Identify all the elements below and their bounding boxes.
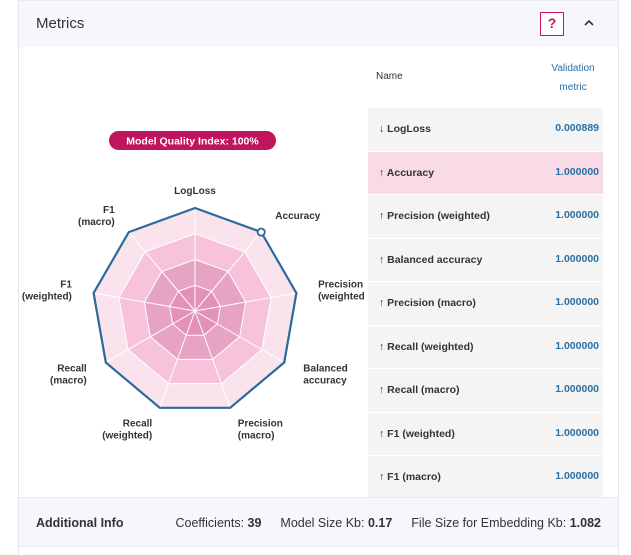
metric-name-text: F1 (weighted)	[387, 427, 455, 440]
chevron-up-icon[interactable]	[579, 13, 599, 33]
metric-name-text: Accuracy	[386, 166, 435, 179]
arrow-up-icon: ↑	[379, 427, 385, 440]
table-row[interactable]: ↑ Precision (weighted) 1.000000	[368, 195, 603, 239]
radar-axis-label: Accuracy	[275, 211, 320, 222]
radar-axis-label: Balanced accuracy	[303, 364, 347, 387]
radar-axis-label: Recall (weighted)	[102, 419, 152, 442]
embed-size-label: File Size for Embedding Kb:	[411, 516, 567, 530]
metric-value: 1.000000	[555, 165, 599, 178]
arrow-up-icon: ↑	[379, 384, 385, 396]
metric-value: 1.000000	[555, 339, 599, 352]
metric-value: 1.000000	[555, 470, 599, 482]
help-button[interactable]: ?	[540, 12, 564, 36]
metric-name-text: Precision (macro)	[387, 297, 476, 309]
metric-value: 1.000000	[555, 426, 599, 439]
radar-axis-label: LogLoss	[174, 186, 216, 197]
table-row[interactable]: ↑ Recall (weighted) 1.000000	[368, 325, 603, 369]
radar-grid	[92, 206, 298, 409]
panel-title: Metrics	[36, 15, 85, 32]
model-size-value: 0.17	[367, 516, 393, 530]
metric-name-text: Recall (macro)	[387, 384, 460, 396]
additional-info-stats: Coefficients: 39 Model Size Kb: 0.17 Fil…	[175, 516, 601, 530]
radar-axis-label: F1 (macro)	[78, 205, 115, 228]
metric-name-text: LogLoss	[387, 123, 431, 135]
radar-chart: LogLoss Accuracy Precision (weighted) Balanc…	[22, 131, 364, 442]
table-row[interactable]: ↑ Accuracy 1.000000	[368, 151, 603, 195]
metric-name: ↑ F1 (macro)	[379, 471, 441, 483]
metric-name-text: Balanced accuracy	[387, 253, 483, 266]
table-header: Name Validation metric	[368, 47, 603, 108]
coefficients-label: Coefficients:	[175, 516, 245, 530]
arrow-up-icon: ↑	[379, 166, 385, 179]
metric-name-text: Recall (weighted)	[387, 340, 474, 353]
table-row[interactable]: ↑ F1 (weighted) 1.000000	[368, 412, 603, 456]
model-size-label: Model Size Kb:	[280, 516, 365, 530]
table-row[interactable]: ↑ Recall (macro) 1.000000	[368, 369, 603, 413]
radar-axis-label: Precision (macro)	[238, 419, 283, 442]
metric-name-text: F1 (macro)	[387, 471, 441, 483]
column-name-header: Name	[376, 71, 403, 82]
metric-name: ↑ Recall (macro)	[379, 384, 460, 396]
table-row[interactable]: ↓ LogLoss 0.000889	[368, 108, 603, 152]
column-value-header-line1: Validation	[551, 63, 595, 74]
quality-badge-text: Model Quality Index: 100%	[126, 136, 259, 148]
metric-value: 1.000000	[555, 209, 599, 221]
arrow-up-icon: ↑	[379, 340, 385, 353]
metric-value: 1.000000	[555, 252, 599, 265]
metric-name: ↑ Balanced accuracy	[379, 254, 482, 266]
additional-info: Additional Info Coefficients: 39 Model S…	[19, 497, 618, 547]
radar-point-accuracy[interactable]	[256, 227, 266, 237]
arrow-down-icon: ↓	[379, 123, 385, 135]
radar-axis-label: Recall (macro)	[50, 364, 87, 387]
metrics-table: Name Validation metric ↓ LogLoss 0.000889…	[368, 47, 603, 500]
metric-name: ↑ Precision (weighted)	[379, 210, 490, 222]
metric-value: 1.000000	[555, 296, 599, 308]
metric-value: 1.000000	[555, 383, 599, 395]
table-row[interactable]: ↑ Balanced accuracy 1.000000	[368, 238, 603, 282]
arrow-up-icon: ↑	[379, 210, 385, 222]
metric-name: ↑ Precision (macro)	[379, 297, 476, 309]
arrow-up-icon: ↑	[379, 297, 385, 309]
metric-name: ↑ Recall (weighted)	[379, 341, 474, 353]
column-value-header-line2: metric	[559, 82, 587, 93]
column-value-header: Validation metric	[543, 59, 603, 97]
additional-info-title: Additional Info	[36, 516, 124, 530]
table-row[interactable]: ↑ Precision (macro) 1.000000	[368, 282, 603, 326]
arrow-up-icon: ↑	[379, 471, 385, 483]
metric-name: ↓ LogLoss	[379, 123, 431, 135]
metrics-panel: Metrics ? LogLoss Accuracy Precision (weigh…	[18, 0, 619, 555]
radar-axis-label: Precision (weighted)	[318, 279, 364, 302]
radar-axis-label: F1 (weighted)	[22, 279, 72, 302]
metric-value: 0.000889	[555, 122, 599, 134]
quality-badge: Model Quality Index: 100%	[109, 131, 276, 150]
table-row[interactable]: ↑ F1 (macro) 1.000000	[368, 456, 603, 500]
arrow-up-icon: ↑	[379, 253, 385, 266]
metric-name: ↑ F1 (weighted)	[379, 428, 455, 440]
metric-name-text: Precision (weighted)	[387, 210, 490, 222]
embed-size-value: 1.082	[569, 516, 601, 530]
metric-name: ↑ Accuracy	[379, 167, 434, 179]
coefficients-value: 39	[247, 516, 262, 530]
metrics-header: Metrics ?	[19, 0, 618, 47]
